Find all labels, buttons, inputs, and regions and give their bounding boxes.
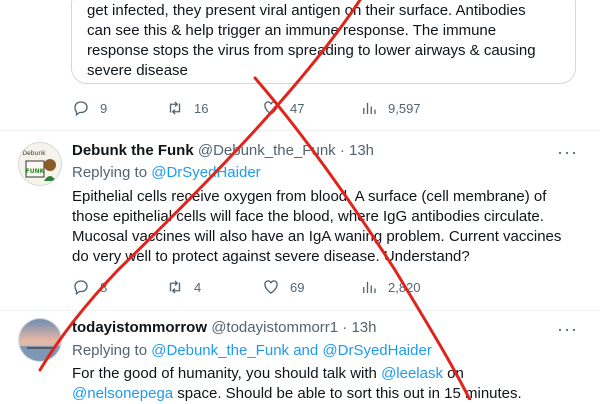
replying-to: Replying to @Debunk_the_Funk and @DrSyed… bbox=[72, 342, 432, 359]
mention-link[interactable]: @Debunk_the_Funk and @DrSyedHaider bbox=[151, 342, 432, 359]
avatar-image: FUNK Debunk bbox=[19, 143, 61, 185]
reply-button[interactable]: 9 bbox=[72, 98, 107, 118]
divider bbox=[0, 310, 600, 311]
like-button[interactable]: 69 bbox=[262, 277, 304, 297]
views-count: 9,597 bbox=[388, 100, 421, 116]
tweet-header: todayistommorrow @todayistommorr1 · 13h bbox=[72, 319, 376, 336]
replying-to: Replying to @DrSyedHaider bbox=[72, 164, 261, 181]
display-name[interactable]: todayistommorrow bbox=[72, 319, 207, 336]
views-count: 2,820 bbox=[388, 279, 421, 295]
more-options-button[interactable]: ··· bbox=[557, 142, 578, 163]
retweet-count: 16 bbox=[194, 100, 209, 116]
views-chart-icon bbox=[363, 102, 376, 114]
retweet-icon bbox=[169, 280, 181, 294]
more-options-button[interactable]: ··· bbox=[557, 319, 578, 340]
retweet-button[interactable]: 16 bbox=[166, 98, 208, 118]
quoted-line: response stops the virus from spreading … bbox=[87, 42, 536, 59]
tweet-line: those epithelial cells will face the blo… bbox=[72, 208, 544, 225]
views-chart-icon bbox=[363, 281, 376, 293]
quoted-tweet-card[interactable]: get infected, they present viral antigen… bbox=[71, 0, 576, 84]
retweet-count: 4 bbox=[194, 279, 202, 295]
like-count: 69 bbox=[290, 279, 305, 295]
views-button[interactable]: 2,820 bbox=[360, 277, 421, 297]
tweet-body: Epithelial cells receive oxygen from blo… bbox=[72, 187, 592, 267]
handle-time[interactable]: @todayistommorr1 · 13h bbox=[211, 319, 376, 336]
tweet-actions: 9 16 47 9,597 bbox=[72, 98, 542, 118]
quoted-line: severe disease bbox=[87, 62, 188, 79]
retweet-icon bbox=[169, 101, 181, 115]
tweet-text: For the good of humanity, you should tal… bbox=[72, 365, 382, 382]
tweet-body: For the good of humanity, you should tal… bbox=[72, 364, 592, 404]
avatar[interactable] bbox=[18, 318, 62, 362]
divider bbox=[0, 130, 600, 131]
reply-icon bbox=[74, 101, 88, 117]
heart-icon bbox=[264, 101, 278, 115]
tweet-text: space. Should be able to sort this out i… bbox=[173, 385, 522, 402]
tweet-text: on bbox=[442, 365, 464, 382]
retweet-button[interactable]: 4 bbox=[166, 277, 201, 297]
quoted-tweet-text: get infected, they present viral antigen… bbox=[87, 1, 557, 81]
heart-icon bbox=[264, 280, 278, 294]
quoted-line: can see this & help trigger an immune re… bbox=[87, 22, 497, 39]
reply-button[interactable]: 8 bbox=[72, 277, 107, 297]
tweet-line: For the good of humanity, you should tal… bbox=[72, 364, 592, 384]
avatar-image bbox=[19, 319, 61, 361]
reply-count: 9 bbox=[100, 100, 108, 116]
replying-label: Replying to bbox=[72, 342, 152, 359]
reply-icon bbox=[74, 280, 88, 296]
tweet-line: do very well to protect against severe d… bbox=[72, 248, 470, 265]
like-count: 47 bbox=[290, 100, 305, 116]
avatar[interactable]: FUNK Debunk bbox=[18, 142, 62, 186]
reply-count: 8 bbox=[100, 279, 108, 295]
replying-label: Replying to bbox=[72, 164, 152, 181]
svg-text:FUNK: FUNK bbox=[26, 168, 45, 175]
handle-time[interactable]: @Debunk_the_Funk · 13h bbox=[198, 142, 374, 159]
views-button[interactable]: 9,597 bbox=[360, 98, 421, 118]
like-button[interactable]: 47 bbox=[262, 98, 304, 118]
mention-link[interactable]: @nelsonepega bbox=[72, 385, 173, 402]
quoted-line: get infected, they present viral antigen… bbox=[87, 2, 526, 19]
tweet-line: Mucosal vaccines will also have an IgA w… bbox=[72, 228, 562, 245]
svg-text:Debunk: Debunk bbox=[22, 150, 46, 157]
tweet-line: @nelsonepega space. Should be able to so… bbox=[72, 384, 592, 404]
mention-link[interactable]: @DrSyedHaider bbox=[151, 164, 260, 181]
tweet-line: Epithelial cells receive oxygen from blo… bbox=[72, 188, 547, 205]
mention-link[interactable]: @leelask bbox=[381, 365, 443, 382]
tweet-actions: 8 4 69 2,820 bbox=[72, 277, 542, 297]
tweet-header: Debunk the Funk @Debunk_the_Funk · 13h bbox=[72, 142, 374, 159]
display-name[interactable]: Debunk the Funk bbox=[72, 142, 194, 159]
